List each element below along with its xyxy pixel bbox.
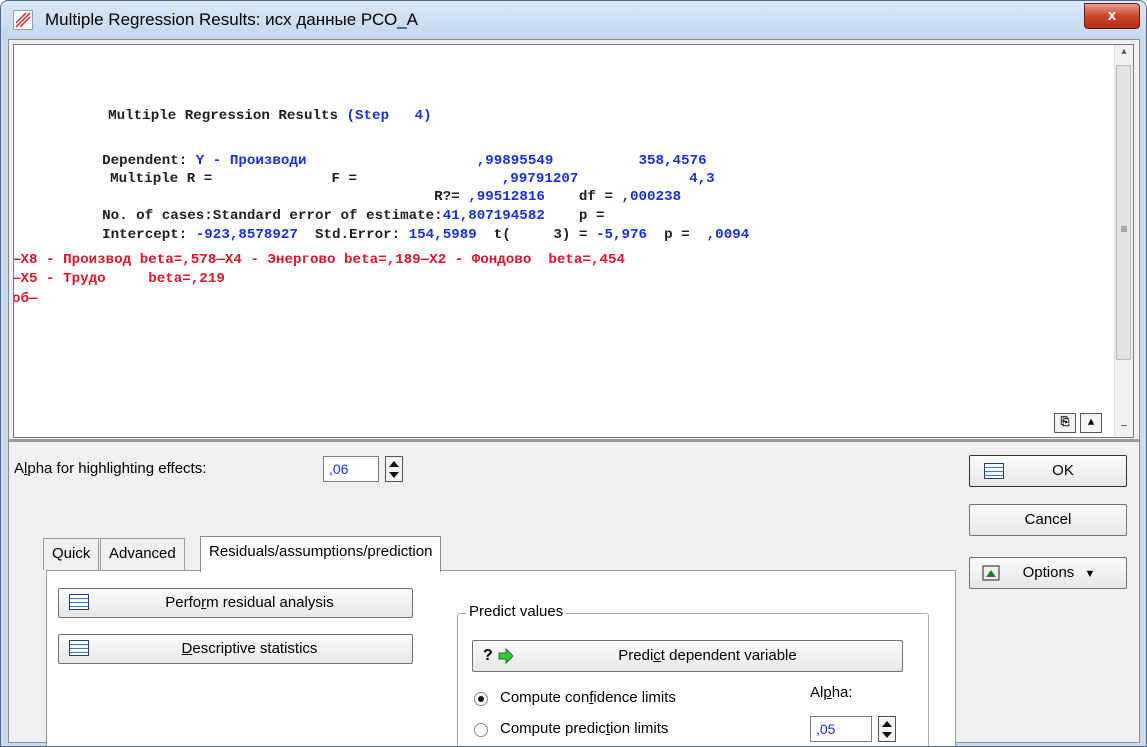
output-line-beta: об— <box>13 291 38 307</box>
scroll-grip-icon: ≡ <box>1120 223 1128 237</box>
residuals-tab-panel: Perform residual analysis Descriptive st… <box>46 570 956 746</box>
spin-up-icon <box>389 461 399 467</box>
alpha-label: Alpha: <box>810 684 853 701</box>
chevron-down-icon: ▼ <box>1084 568 1096 580</box>
output-text: 154,5989 <box>408 227 477 243</box>
descriptive-stats-button[interactable]: Descriptive statistics <box>58 634 413 664</box>
label-part: A <box>14 460 25 477</box>
output-text: ,000238 <box>621 189 682 205</box>
output-text: p = <box>647 227 707 243</box>
spreadsheet-icon <box>984 463 1004 479</box>
alpha-spinner[interactable] <box>878 716 896 742</box>
alpha-highlight-spinner[interactable] <box>385 456 403 482</box>
regression-results-window: Multiple Regression Results: исх данные … <box>0 0 1147 747</box>
label-part: t dependent variable <box>660 647 797 664</box>
output-line-beta: —X8 - Производ beta=,578—X4 - Энергово b… <box>13 252 625 268</box>
output-text: -923,8578927 <box>195 227 298 243</box>
residual-analysis-button[interactable]: Perform residual analysis <box>58 588 413 618</box>
spin-up-icon <box>882 721 892 727</box>
output-text: -5,976 <box>595 227 648 243</box>
label-part: escriptive statistics <box>192 640 318 657</box>
options-icon <box>982 565 1000 581</box>
spreadsheet-icon <box>69 594 89 610</box>
alpha-highlight-label: Alpha for highlighting effects: <box>14 460 206 477</box>
output-text: t( 3) = <box>476 227 596 243</box>
dialog-client-area: Multiple Regression Results (Step 4) Dep… <box>8 39 1140 746</box>
confidence-limits-label: Compute confidence limits <box>500 689 676 706</box>
label-accelerator: p <box>823 684 832 701</box>
results-output-pane[interactable]: Multiple Regression Results (Step 4) Dep… <box>13 44 1134 438</box>
label-accelerator: c <box>653 647 661 664</box>
tab-residuals[interactable]: Residuals/assumptions/prediction <box>200 536 442 572</box>
ok-button[interactable]: OK <box>969 455 1127 487</box>
copy-icon[interactable]: ⎘ <box>1054 413 1076 433</box>
scroll-down-icon[interactable]: — <box>1117 421 1131 431</box>
label-part: ion limits <box>610 720 669 737</box>
title-bar[interactable]: Multiple Regression Results: исх данные … <box>1 1 1146 39</box>
vertical-scrollbar[interactable]: ▲ ≡ — <box>1114 45 1133 437</box>
alpha-highlight-input[interactable]: ,06 <box>323 456 379 482</box>
prediction-limits-radio[interactable] <box>474 723 488 737</box>
arrow-right-icon <box>498 648 514 664</box>
label-part: Compute con <box>500 689 590 706</box>
ok-label: OK <box>1052 462 1074 479</box>
spreadsheet-icon <box>69 640 89 656</box>
group-title: Predict values <box>466 603 567 620</box>
scroll-top-icon[interactable]: ▲ <box>1080 413 1102 433</box>
prediction-limits-label: Compute prediction limits <box>500 720 668 737</box>
label-part: idence limits <box>593 689 676 706</box>
confidence-limits-radio[interactable] <box>474 692 488 706</box>
spin-down-icon <box>882 732 892 738</box>
alpha-input[interactable]: ,05 <box>810 716 872 742</box>
tab-advanced[interactable]: Advanced <box>100 538 185 570</box>
cancel-button[interactable]: Cancel <box>969 504 1127 536</box>
tab-quick[interactable]: Quick <box>43 538 100 570</box>
pane-splitter[interactable] <box>9 439 1139 442</box>
output-text: Intercept: <box>102 227 196 243</box>
spin-down-icon <box>389 472 399 478</box>
output-text: Std.Error: <box>297 227 409 243</box>
predict-dependent-button[interactable]: ? Predict dependent variable <box>472 640 903 672</box>
label-part: Predi <box>618 647 654 664</box>
window-title: Multiple Regression Results: исх данные … <box>45 10 418 29</box>
scroll-up-icon[interactable]: ▲ <box>1117 47 1131 57</box>
options-label: Options <box>1022 564 1075 581</box>
label-part: m residual analysis <box>206 594 334 611</box>
label-part: Al <box>810 684 824 701</box>
question-icon: ? <box>483 647 493 664</box>
output-text: Multiple Regression Results <box>108 108 347 124</box>
output-line-beta: —X5 - Трудо beta=,219 <box>13 271 225 287</box>
output-text: (Step 4) <box>346 108 432 124</box>
label-accelerator: D <box>181 640 193 657</box>
label-part: pha for highlighting effects: <box>27 460 207 477</box>
predict-values-group: Predict values ? Predict dependent varia… <box>457 603 929 746</box>
options-button[interactable]: Options ▼ <box>969 557 1127 589</box>
output-text: ,0094 <box>706 227 750 243</box>
app-icon <box>13 10 33 30</box>
scrollbar-thumb[interactable] <box>1116 65 1131 360</box>
close-button[interactable]: x <box>1084 3 1140 29</box>
label-part: ha: <box>831 684 853 701</box>
label-part: Compute predic <box>500 720 606 737</box>
label-part: Perfo <box>165 594 202 611</box>
